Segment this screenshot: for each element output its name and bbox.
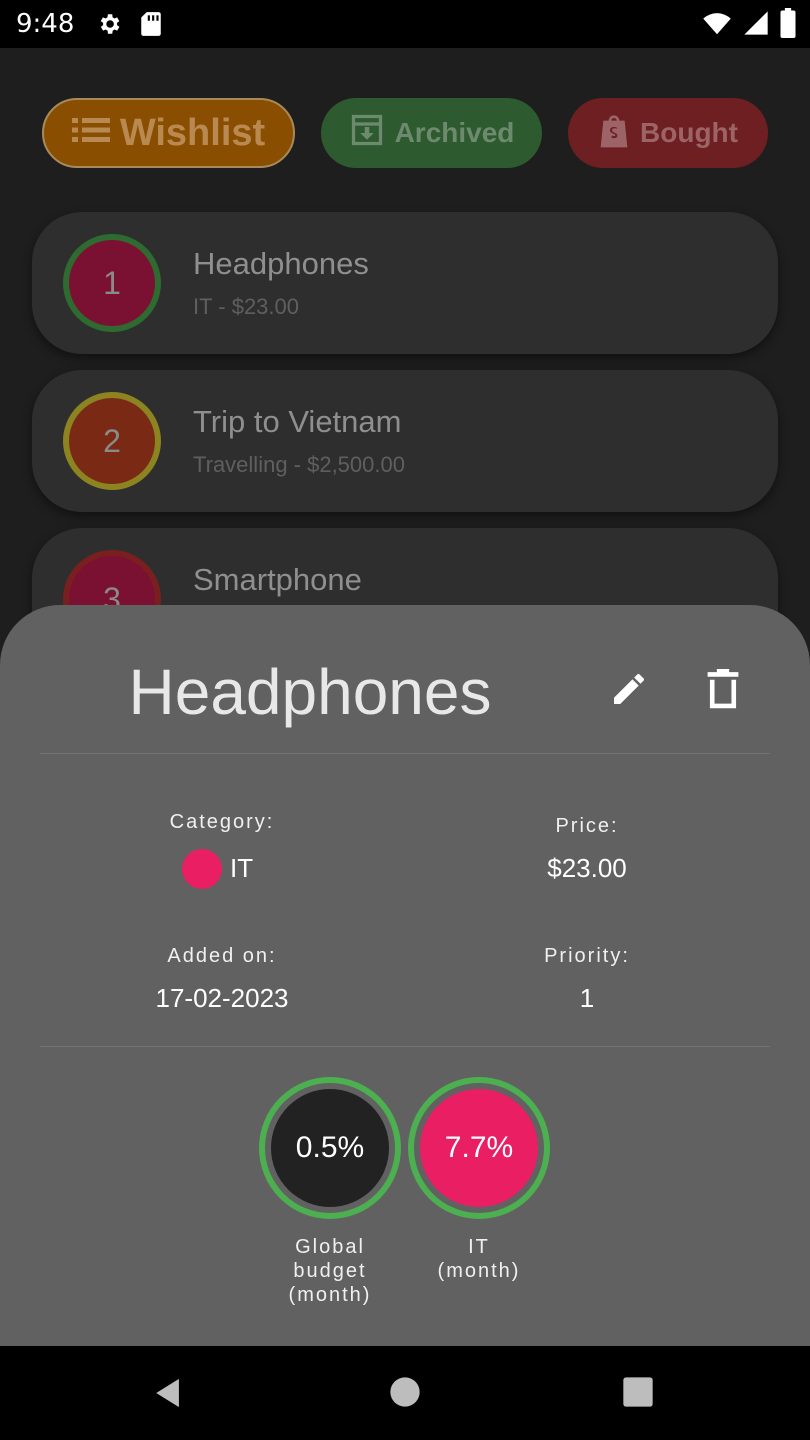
status-bar: 9:48 (0, 0, 810, 48)
added-on-label: Added on: (167, 945, 277, 967)
recents-icon[interactable] (622, 1376, 654, 1412)
category-color-dot (182, 849, 222, 889)
status-time: 9:48 (16, 9, 75, 39)
filter-bought-label: Bought (640, 117, 738, 148)
wifi-icon (702, 8, 732, 38)
global-budget-ring: 0.5% (259, 1077, 401, 1219)
edit-button[interactable] (601, 663, 657, 719)
filter-wishlist[interactable]: Wishlist (42, 98, 295, 168)
divider (40, 753, 770, 754)
list-icon (71, 112, 110, 155)
back-icon[interactable] (152, 1376, 186, 1414)
item-title: Headphones (193, 246, 369, 281)
pencil-icon (609, 669, 649, 713)
priority-badge: 1 (63, 234, 161, 332)
detail-title: Headphones (128, 656, 492, 728)
global-budget-percent: 0.5% (271, 1089, 389, 1207)
price-label: Price: (555, 815, 619, 837)
priority-number: 1 (103, 264, 121, 301)
priority-number: 2 (103, 422, 121, 459)
signal-icon (742, 8, 770, 38)
category-value: IT (230, 853, 254, 883)
shopping-bag-icon (598, 111, 630, 156)
filter-bought[interactable]: Bought (568, 98, 768, 168)
priority-badge: 2 (63, 392, 161, 490)
item-subtitle: Travelling - $2,500.00 (193, 452, 405, 477)
filter-archived-label: Archived (394, 117, 515, 148)
battery-icon (780, 8, 796, 38)
item-title: Smartphone (193, 562, 362, 597)
category-label: Category: (169, 811, 275, 833)
added-on-value: 17-02-2023 (155, 983, 289, 1013)
gear-icon (96, 11, 122, 37)
wishlist-item[interactable]: 2 Trip to Vietnam Travelling - $2,500.00 (32, 370, 778, 512)
archive-icon (349, 112, 385, 155)
priority-label: Priority: (544, 945, 630, 967)
category-budget-label: IT (month) (437, 1236, 521, 1282)
category-budget-percent: 7.7% (420, 1089, 538, 1207)
item-subtitle: IT - $23.00 (193, 294, 299, 319)
item-title: Trip to Vietnam (193, 404, 402, 439)
filter-archived[interactable]: Archived (321, 98, 542, 168)
global-budget-label: Global budget (month) (288, 1236, 372, 1306)
category-budget-ring: 7.7% (408, 1077, 550, 1219)
home-icon[interactable] (389, 1376, 421, 1412)
wishlist-item[interactable]: 1 Headphones IT - $23.00 (32, 212, 778, 354)
navigation-bar (0, 1346, 810, 1440)
divider (40, 1046, 770, 1047)
priority-value: 1 (579, 983, 595, 1013)
sd-card-icon (140, 11, 162, 37)
trash-icon (705, 669, 741, 713)
detail-bottom-sheet: Headphones Category: IT Price: $23.00 Ad… (0, 605, 810, 1346)
price-value: $23.00 (547, 853, 627, 883)
delete-button[interactable] (695, 663, 751, 719)
filter-wishlist-label: Wishlist (119, 111, 266, 154)
